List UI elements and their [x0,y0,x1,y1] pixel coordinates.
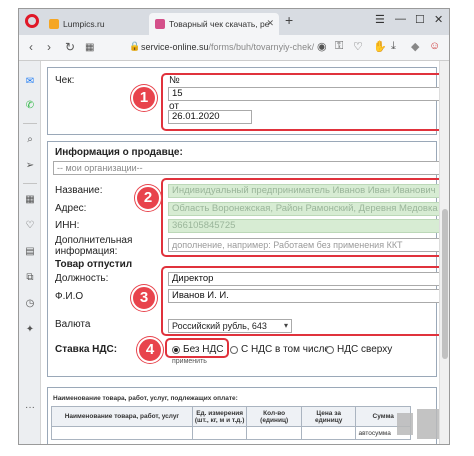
sidebar-divider [23,123,37,124]
bookmark-icon[interactable]: ♡ [353,40,363,53]
back-icon[interactable]: ‹ [29,40,33,54]
extensions-icon[interactable]: ✦ [23,323,37,337]
inn-label: ИНН: [55,220,80,231]
position-label: Должность: [55,273,109,284]
extra-info-label-2: информация: [55,246,118,257]
service-favicon-icon [155,19,165,29]
apply-link[interactable]: применить [172,358,207,365]
seller-name-input[interactable]: Индивидуальный предприниматель Иванов Ив… [168,184,449,198]
url-host: service-online.su [141,42,209,52]
currency-label: Валюта [55,319,91,330]
number-label: № [169,75,180,86]
history-icon[interactable]: ▤ [23,245,37,259]
goods-qty-cell[interactable] [246,426,302,440]
seller-inn-input[interactable]: 366105845725 [168,219,449,233]
currency-select[interactable]: Российский рубль, 643 ▾ [168,319,292,333]
vat-radio-none[interactable] [172,346,180,354]
fio-input[interactable]: Иванов И. И. [168,289,449,303]
check-label: Чек: [55,75,75,86]
vat-label: Ставка НДС: [55,344,118,355]
messenger-icon[interactable]: ✉ [23,75,37,89]
address-label: Адрес: [55,203,87,214]
tab-service-online[interactable]: Товарный чек скачать, ре ✕ [149,13,279,35]
tab-bar: Lumpics.ru Товарный чек скачать, ре ✕ + … [19,9,449,35]
bookmarks-icon[interactable]: ♡ [23,219,37,233]
more-icon[interactable]: ··· [23,401,37,415]
address-bar: ‹ › ↻ ▦ 🔒 service-online.su/forms/buh/to… [19,35,449,61]
scroll-top-button[interactable] [417,409,439,439]
name-label: Название: [55,185,103,196]
seller-address-input[interactable]: Область Воронежская, Район Рамонский, Де… [168,202,449,216]
tab-lumpics[interactable]: Lumpics.ru [43,13,147,35]
vat-option-included[interactable]: С НДС в том числе [241,344,330,355]
goods-price-cell[interactable] [300,426,357,440]
step-badge-2: 2 [135,185,161,211]
url-path: /forms/buh/tovarnyiy-chek/ [208,42,315,52]
maximize-icon[interactable]: ☐ [415,13,425,26]
step-badge-4: 4 [137,337,163,363]
send-icon[interactable]: ➢ [23,159,37,173]
opera-logo-icon[interactable] [25,14,39,28]
seller-section-title: Информация о продавце: [55,147,183,158]
browser-window: Lumpics.ru Товарный чек скачать, ре ✕ + … [18,8,450,445]
clock-icon[interactable]: ◷ [23,297,37,311]
speed-dial-icon[interactable]: ▦ [85,42,94,53]
vat-option-above[interactable]: НДС сверху [337,344,392,355]
forward-icon[interactable]: › [47,40,51,54]
vat-option-none[interactable]: Без НДС [183,344,223,355]
page-content: Чек: № 15 от 26.01.2020 1 Информация о п… [41,61,449,444]
cube-icon[interactable]: ◆ [411,40,419,53]
scrollbar-thumb[interactable] [442,209,448,359]
check-date-input[interactable]: 26.01.2020 [168,110,252,124]
search-icon[interactable]: ⌕ [23,133,37,147]
vat-radio-above[interactable] [326,346,334,354]
goods-col-name: Наименование товара, работ, услуг [51,406,193,427]
lumpics-favicon-icon [49,19,59,29]
goods-unit-cell[interactable] [191,426,248,440]
goods-col-qty: Кол-во (единиц) [246,406,302,427]
extra-info-label: Дополнительная [55,235,133,246]
extra-info-input[interactable]: дополнение, например: Работаем без приме… [168,238,449,252]
tab-title: Товарный чек скачать, ре [169,19,270,29]
currency-select-value: Российский рубль, 643 [172,321,267,331]
lock-icon: 🔒 [129,41,141,51]
url-field[interactable]: service-online.su/forms/buh/tovarnyiy-ch… [141,42,314,52]
download-icon[interactable]: ⤓ [391,40,396,53]
speed-dial-icon[interactable]: ▦ [23,193,37,207]
extension-icon[interactable]: ✋ [373,40,387,53]
organization-select[interactable]: -- мои организации--▾ [53,161,447,175]
step-badge-1: 1 [131,85,157,111]
released-section-title: Товар отпустил [55,259,133,270]
fio-label: Ф.И.О [55,291,84,302]
check-section [47,67,437,135]
whatsapp-icon[interactable]: ✆ [23,99,37,113]
check-number-input[interactable]: 15 [168,87,449,101]
sidebar-divider [23,183,37,184]
goods-table: Наименование товара, работ, услуг Ед. из… [51,406,411,440]
close-tab-icon[interactable]: ✕ [266,18,274,29]
organization-select-value: -- мои организации-- [57,163,143,173]
goods-col-unit: Ед. измерения (шт., кг, м и т.д.) [191,406,248,427]
page-scrollbar[interactable] [439,61,449,444]
camera-icon[interactable]: ◉ [317,40,327,53]
chevron-down-icon: ▾ [283,321,288,330]
opera-sidebar: ✉ ✆ ⌕ ➢ ▦ ♡ ▤ ⧉ ◷ ✦ ··· [19,61,41,444]
reload-icon[interactable]: ↻ [65,40,75,54]
tab-menu-icon[interactable]: ☰ [375,13,385,26]
goods-name-cell[interactable] [51,426,193,440]
snapshot-icon[interactable]: ⧉ [23,271,37,285]
floating-close-button[interactable] [397,413,413,435]
goods-col-price: Цена за единицу [300,406,357,427]
position-input[interactable]: Директор [168,272,449,286]
step-badge-3: 3 [131,285,157,311]
vat-radio-included[interactable] [230,346,238,354]
table-row: автосумма [51,426,411,440]
account-icon[interactable]: ☺ [429,40,440,52]
goods-title: Наименование товара, работ, услуг, подле… [53,395,238,402]
new-tab-button[interactable]: + [285,12,293,28]
tab-title: Lumpics.ru [63,19,105,29]
close-window-icon[interactable]: ✕ [434,13,443,26]
key-icon[interactable]: ⚿ [335,40,343,53]
minimize-icon[interactable]: — [395,13,406,25]
